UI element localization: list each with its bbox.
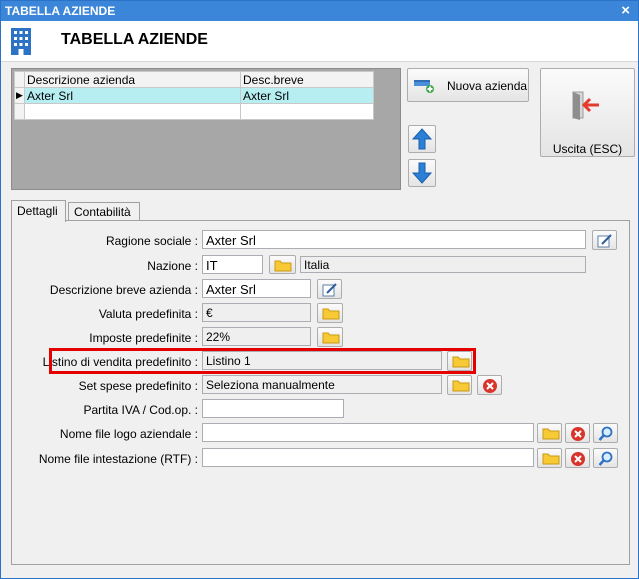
row-set-spese: Set spese predefinito : Seleziona manual…	[1, 375, 638, 395]
page-header: TABELLA AZIENDE	[1, 21, 638, 62]
browse-valuta-button[interactable]	[317, 303, 343, 323]
cell-empty[interactable]	[240, 103, 374, 120]
arrow-up-icon	[412, 128, 432, 150]
label-nazione: Nazione :	[147, 259, 198, 273]
clear-set-spese-button[interactable]	[477, 375, 502, 395]
label-intestazione: Nome file intestazione (RTF) :	[38, 452, 198, 466]
magnifier-icon	[598, 426, 613, 441]
label-ragione-sociale: Ragione sociale :	[105, 234, 198, 248]
exit-label: Uscita (ESC)	[552, 142, 623, 156]
logo-file-input[interactable]	[202, 423, 534, 442]
preview-logo-button[interactable]	[593, 423, 618, 443]
row-indicator-icon: ▶	[14, 87, 25, 104]
row-partita-iva: Partita IVA / Cod.op. :	[1, 399, 638, 419]
row-intestazione: Nome file intestazione (RTF) :	[1, 448, 638, 468]
edit-descrizione-breve-button[interactable]	[317, 279, 342, 299]
new-company-label: Nuova azienda	[447, 79, 528, 93]
edit-icon	[322, 283, 337, 297]
label-logo: Nome file logo aziendale :	[59, 427, 198, 441]
clear-logo-button[interactable]	[565, 423, 590, 443]
partita-iva-input[interactable]	[202, 399, 344, 418]
exit-button[interactable]: Uscita (ESC)	[540, 68, 635, 157]
preview-intestazione-button[interactable]	[593, 448, 618, 468]
row-indicator-empty	[14, 103, 25, 120]
tab-dettagli[interactable]: Dettagli	[11, 200, 66, 222]
delete-icon	[571, 427, 585, 441]
companies-table: Descrizione azienda Desc.breve ▶ Axter S…	[14, 71, 374, 120]
folder-icon	[274, 260, 292, 272]
descrizione-breve-input[interactable]: Axter Srl	[202, 279, 311, 298]
label-set-spese: Set spese predefinito :	[78, 379, 198, 393]
label-valuta: Valuta predefinita :	[98, 307, 198, 321]
folder-icon	[322, 332, 340, 344]
row-logo: Nome file logo aziendale :	[1, 423, 638, 443]
tab-contabilita-label: Contabilità	[74, 205, 131, 219]
valuta-field: €	[202, 303, 311, 322]
move-up-button[interactable]	[408, 125, 436, 153]
cell-descrizione[interactable]: Axter Srl	[24, 87, 241, 104]
tab-dettagli-label: Dettagli	[17, 204, 58, 218]
browse-set-spese-button[interactable]	[447, 375, 472, 395]
exit-door-icon	[572, 91, 599, 120]
nazione-name-field: Italia	[300, 256, 586, 273]
row-ragione-sociale: Ragione sociale : Axter Srl	[1, 230, 638, 250]
tab-contabilita[interactable]: Contabilità	[68, 202, 140, 220]
companies-grid: Descrizione azienda Desc.breve ▶ Axter S…	[11, 68, 401, 190]
window-title: TABELLA AZIENDE	[5, 4, 116, 18]
folder-icon	[452, 380, 470, 392]
arrow-down-icon	[412, 162, 432, 184]
new-company-button[interactable]: Nuova azienda	[407, 68, 529, 102]
close-button[interactable]: ×	[621, 2, 630, 19]
browse-intestazione-button[interactable]	[537, 448, 562, 468]
folder-icon	[322, 308, 340, 320]
row-valuta: Valuta predefinita : €	[1, 303, 638, 323]
nazione-code-input[interactable]: IT	[202, 255, 263, 274]
magnifier-icon	[598, 451, 613, 466]
row-imposte: Imposte predefinite : 22%	[1, 327, 638, 347]
table-header-row: Descrizione azienda Desc.breve	[14, 71, 374, 88]
edit-ragione-sociale-button[interactable]	[592, 230, 617, 250]
row-nazione: Nazione : IT Italia	[1, 255, 638, 275]
table-row[interactable]: ▶ Axter Srl Axter Srl	[14, 87, 374, 104]
building-icon	[11, 28, 31, 55]
add-company-icon	[414, 80, 434, 93]
table-row-new[interactable]	[14, 103, 374, 120]
browse-nazione-button[interactable]	[269, 255, 296, 274]
folder-icon	[542, 453, 560, 465]
label-imposte: Imposte predefinite :	[89, 331, 198, 345]
column-header-desc-breve[interactable]: Desc.breve	[240, 71, 374, 88]
window: TABELLA AZIENDE × TABELLA AZIENDE Descri…	[0, 0, 639, 579]
ragione-sociale-input[interactable]: Axter Srl	[202, 230, 586, 249]
page-title: TABELLA AZIENDE	[61, 31, 208, 48]
browse-logo-button[interactable]	[537, 423, 562, 443]
delete-icon	[571, 452, 585, 466]
browse-imposte-button[interactable]	[317, 327, 343, 347]
move-down-button[interactable]	[408, 159, 436, 187]
row-descrizione-breve: Descrizione breve azienda : Axter Srl	[1, 279, 638, 299]
title-bar: TABELLA AZIENDE ×	[1, 1, 638, 21]
cell-empty[interactable]	[24, 103, 241, 120]
row-indicator-header	[14, 71, 25, 88]
cell-desc-breve[interactable]: Axter Srl	[240, 87, 374, 104]
column-header-descrizione[interactable]: Descrizione azienda	[24, 71, 241, 88]
label-partita-iva: Partita IVA / Cod.op. :	[83, 403, 198, 417]
delete-icon	[483, 379, 497, 393]
listino-highlight-box	[49, 348, 476, 374]
set-spese-field: Seleziona manualmente	[202, 375, 442, 394]
intestazione-file-input[interactable]	[202, 448, 534, 467]
imposte-field: 22%	[202, 327, 311, 346]
edit-icon	[597, 234, 612, 248]
clear-intestazione-button[interactable]	[565, 448, 590, 468]
folder-icon	[542, 428, 560, 440]
label-descrizione-breve: Descrizione breve azienda :	[49, 283, 198, 297]
